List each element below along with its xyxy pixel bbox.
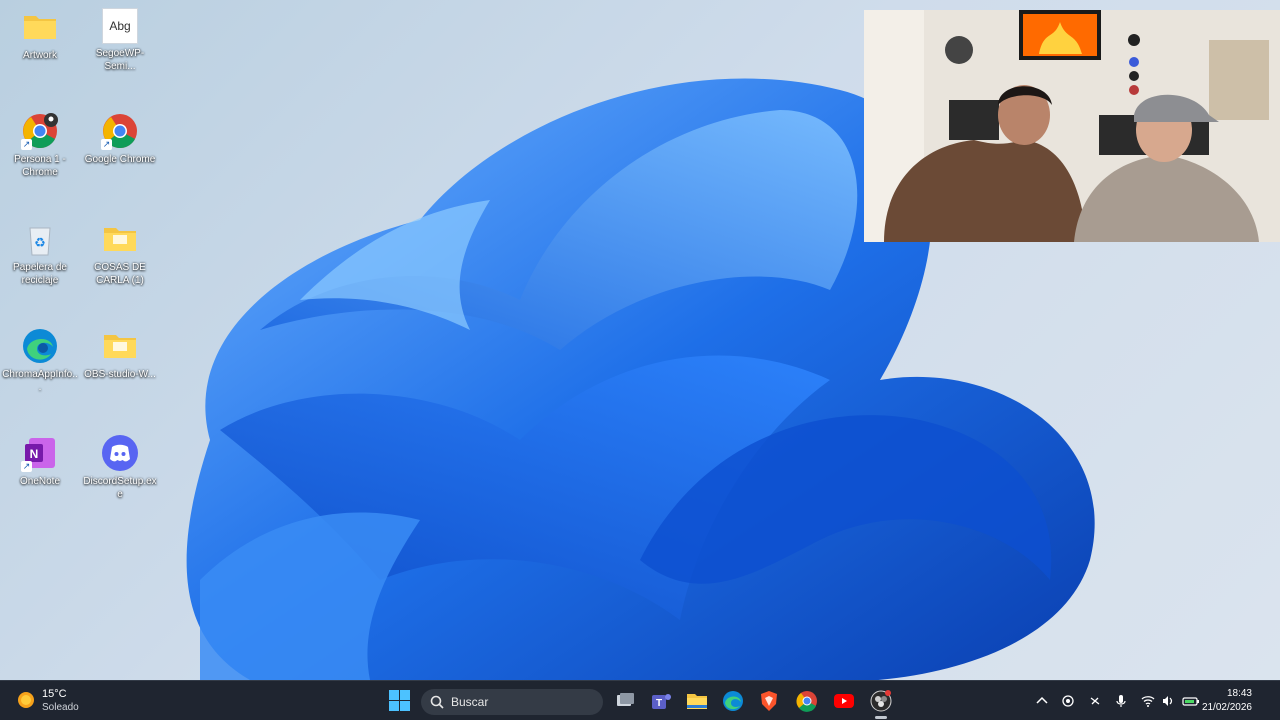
onenote-icon: N ↗ [21, 434, 59, 472]
folder-icon [101, 327, 139, 365]
chrome-profile-icon: ↗ [21, 112, 59, 150]
edge-icon [21, 327, 59, 365]
shortcut-arrow-icon: ↗ [21, 139, 32, 150]
search-icon [430, 695, 444, 709]
mic-off-icon[interactable] [1088, 694, 1102, 708]
svg-text:N: N [30, 447, 39, 461]
webcam-overlay [864, 10, 1280, 242]
desktop-icon-google-chrome[interactable]: ↗ Google Chrome [81, 112, 159, 166]
desktop-icon-label: SegoeWP-Semi... [95, 48, 145, 72]
wifi-icon[interactable] [1141, 694, 1155, 708]
desktop-icon-obs-studio[interactable]: OBS-studio-W... [81, 327, 159, 381]
desktop-icon-onenote[interactable]: N ↗ OneNote [1, 434, 79, 488]
desktop-icon-label: OneNote [19, 476, 61, 487]
file-explorer-icon[interactable] [685, 689, 709, 713]
location-icon[interactable] [1061, 694, 1075, 708]
clock-date[interactable]: 21/02/2026 [1202, 702, 1252, 713]
svg-text:♻: ♻ [34, 235, 46, 250]
chrome-icon: ↗ [101, 112, 139, 150]
windows-start-icon[interactable] [389, 690, 410, 711]
folder-icon [21, 8, 59, 46]
search-box[interactable]: Buscar [421, 689, 603, 715]
youtube-icon[interactable] [832, 689, 856, 713]
desktop-icon-label: Papelera de reciclaje [13, 262, 67, 286]
svg-text:T: T [656, 698, 662, 709]
font-file-icon: Abg [102, 8, 138, 44]
weather-widget[interactable] [16, 690, 36, 710]
desktop-icon-chrome-profile[interactable]: ↗ Persona 1 - Chrome [1, 112, 79, 179]
desktop-icon-cosas-de-carla[interactable]: COSAS DE CARLA (1) [81, 220, 159, 287]
obs-icon[interactable] [869, 689, 893, 719]
desktop-icon-artwork[interactable]: Artwork [1, 8, 79, 62]
desktop-icon-label: OBS-studio-W... [84, 369, 156, 380]
desktop-icon-label: Persona 1 - Chrome [14, 154, 66, 178]
battery-icon[interactable] [1182, 694, 1200, 708]
shortcut-arrow-icon: ↗ [21, 461, 32, 472]
task-view-icon[interactable] [613, 689, 637, 713]
search-placeholder: Buscar [451, 695, 489, 709]
teams-icon[interactable]: T [649, 689, 673, 713]
clock-time[interactable]: 18:43 [1227, 688, 1252, 699]
microphone-icon[interactable] [1114, 694, 1128, 708]
brave-icon[interactable] [757, 689, 781, 713]
desktop-icon-label: Google Chrome [84, 154, 156, 165]
weather-description: Soleado [42, 702, 79, 713]
recycle-bin-icon: ♻ [21, 220, 59, 258]
weather-temperature: 15°C [42, 688, 67, 700]
sun-icon [18, 692, 34, 708]
chevron-up-icon[interactable] [1035, 694, 1049, 708]
desktop-icon-discord-setup[interactable]: DiscordSetup.exe [81, 434, 159, 501]
taskbar: 15°C Soleado Buscar T 18:43 21/02/2026 [0, 680, 1280, 720]
shortcut-arrow-icon: ↗ [101, 139, 112, 150]
desktop-icon-label: COSAS DE CARLA (1) [94, 262, 146, 286]
desktop-icon-font-file[interactable]: Abg SegoeWP-Semi... [81, 8, 159, 73]
volume-icon[interactable] [1161, 694, 1175, 708]
folder-icon [101, 220, 139, 258]
chrome-icon[interactable] [795, 689, 819, 713]
desktop-icon-chroma-app[interactable]: ChromaAppInfo... [1, 327, 79, 394]
active-app-indicator [875, 716, 887, 719]
edge-icon[interactable] [721, 689, 745, 713]
desktop-icon-label: Artwork [23, 50, 57, 61]
discord-icon [101, 434, 139, 472]
desktop-icon-recycle-bin[interactable]: ♻ Papelera de reciclaje [1, 220, 79, 287]
desktop-icon-label: DiscordSetup.exe [83, 476, 157, 500]
desktop-icon-label: ChromaAppInfo... [2, 369, 78, 393]
